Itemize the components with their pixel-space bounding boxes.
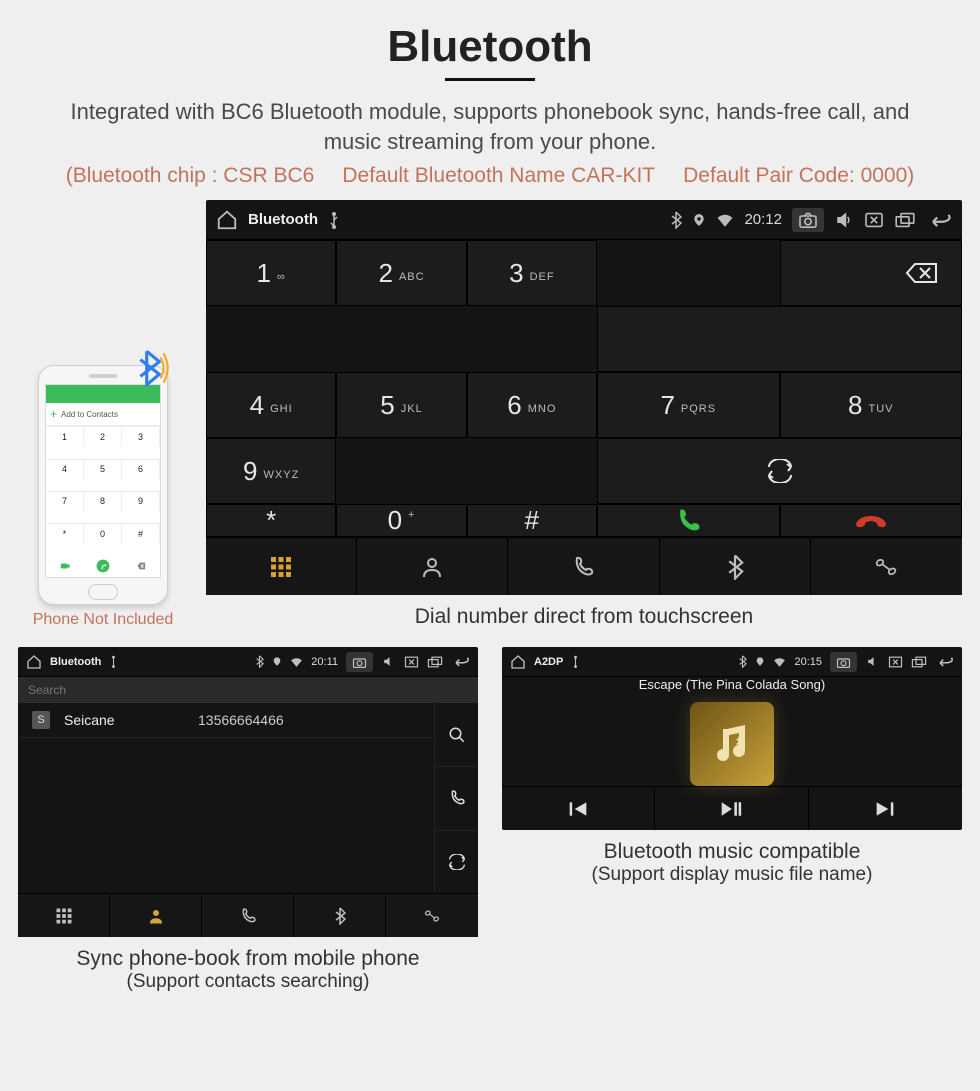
dialer-caption: Dial number direct from touchscreen <box>206 605 962 629</box>
nav-settings[interactable] <box>386 894 478 937</box>
key-7[interactable]: 7PQRS <box>597 372 779 438</box>
bluetooth-status-icon <box>670 211 682 229</box>
key-4[interactable]: 4GHI <box>206 372 336 438</box>
bluetooth-status-icon <box>738 655 747 668</box>
nav-call-log[interactable] <box>202 894 294 937</box>
hangup-button[interactable] <box>780 504 962 537</box>
nav-contacts[interactable] <box>357 538 508 595</box>
phonebook-caption: Sync phone-book from mobile phone (Suppo… <box>18 947 478 993</box>
key-1[interactable]: 1∞ <box>206 240 336 306</box>
key-9[interactable]: 9WXYZ <box>206 438 336 504</box>
spec-pair-code: Default Pair Code: 0000) <box>683 164 914 188</box>
play-pause-button[interactable] <box>655 787 808 830</box>
back-icon[interactable] <box>926 211 952 229</box>
backspace-key[interactable] <box>780 240 962 306</box>
pb-status-bar: Bluetooth 20:11 <box>18 647 478 677</box>
contact-name: Seicane <box>64 712 184 728</box>
status-title: Bluetooth <box>248 211 318 228</box>
nav-call-log[interactable] <box>508 538 659 595</box>
wifi-icon <box>290 657 303 667</box>
swap-audio-key[interactable] <box>597 438 962 504</box>
usb-icon <box>328 211 340 229</box>
home-icon[interactable] <box>510 654 526 670</box>
gps-icon <box>272 655 282 668</box>
status-bar: Bluetooth 20:12 <box>206 200 962 240</box>
gps-icon <box>755 655 765 668</box>
usb-icon <box>571 655 580 668</box>
dialer-panel: Bluetooth 20:12 1∞ 2ABC 3DEF 4GHI 5JK <box>206 200 962 595</box>
spec-chip: (Bluetooth chip : CSR BC6 <box>66 164 315 188</box>
title-underline <box>445 78 535 81</box>
song-title: Escape (The Pina Colada Song) <box>639 677 825 692</box>
usb-icon <box>109 655 118 668</box>
key-star[interactable]: * <box>206 504 336 537</box>
prev-track-button[interactable] <box>502 787 655 830</box>
a2dp-status-bar: A2DP 20:15 <box>502 647 962 677</box>
dialpad: 1∞ 2ABC 3DEF 4GHI 5JKL 6MNO 7PQRS 8TUV 9… <box>206 240 962 537</box>
bluetooth-signal-icon <box>132 347 174 389</box>
number-display <box>597 306 962 372</box>
recent-apps-icon[interactable] <box>894 212 916 228</box>
page-title: Bluetooth <box>18 22 962 72</box>
add-contacts-label: Add to Contacts <box>61 410 118 419</box>
screenshot-icon[interactable] <box>346 652 373 672</box>
next-track-button[interactable] <box>809 787 962 830</box>
key-0[interactable]: 0+ <box>336 504 466 537</box>
back-icon[interactable] <box>451 655 470 668</box>
key-2[interactable]: 2ABC <box>336 240 466 306</box>
key-hash[interactable]: # <box>467 504 597 537</box>
key-3[interactable]: 3DEF <box>467 240 597 306</box>
page-subtitle: Integrated with BC6 Bluetooth module, su… <box>50 97 930 156</box>
close-task-icon[interactable] <box>404 656 419 668</box>
close-task-icon[interactable] <box>864 212 884 228</box>
search-row <box>18 677 478 703</box>
screenshot-icon[interactable] <box>792 208 824 232</box>
bottom-nav <box>206 537 962 595</box>
album-art <box>690 702 774 786</box>
a2dp-panel: A2DP 20:15 Escape (The Pina Colada Song) <box>502 647 962 830</box>
nav-dialpad[interactable] <box>18 894 110 937</box>
search-input[interactable] <box>28 683 468 697</box>
recent-apps-icon[interactable] <box>427 656 443 668</box>
contact-number: 13566664466 <box>198 712 284 728</box>
key-5[interactable]: 5JKL <box>336 372 466 438</box>
nav-pair[interactable] <box>294 894 386 937</box>
spec-default-name: Default Bluetooth Name CAR-KIT <box>342 164 655 188</box>
key-6[interactable]: 6MNO <box>467 372 597 438</box>
bluetooth-status-icon <box>255 655 264 668</box>
home-icon[interactable] <box>26 654 42 670</box>
key-8[interactable]: 8TUV <box>780 372 962 438</box>
volume-icon[interactable] <box>834 211 854 229</box>
wifi-icon <box>773 657 786 667</box>
nav-dialpad[interactable] <box>206 538 357 595</box>
nav-settings[interactable] <box>811 538 962 595</box>
pb-search-icon[interactable] <box>435 703 478 767</box>
phonebook-panel: Bluetooth 20:11 S Sei <box>18 647 478 937</box>
pb-sync-icon[interactable] <box>435 831 478 894</box>
call-button[interactable] <box>597 504 779 537</box>
phone-mock: +Add to Contacts 123 456 789 *0# <box>28 365 178 605</box>
a2dp-caption: Bluetooth music compatible (Support disp… <box>502 840 962 886</box>
nav-pair[interactable] <box>660 538 811 595</box>
contact-initial: S <box>32 711 50 729</box>
back-icon[interactable] <box>935 655 954 668</box>
close-task-icon[interactable] <box>888 656 903 668</box>
gps-icon <box>692 211 706 229</box>
wifi-icon <box>716 213 734 227</box>
contact-row[interactable]: S Seicane 13566664466 <box>18 703 434 738</box>
home-icon[interactable] <box>216 209 238 231</box>
media-controls <box>502 786 962 830</box>
spec-line: (Bluetooth chip : CSR BC6 Default Blueto… <box>18 164 962 188</box>
volume-icon[interactable] <box>381 655 396 668</box>
phone-not-included: Phone Not Included <box>18 611 188 629</box>
screenshot-icon[interactable] <box>830 652 857 672</box>
nav-contacts[interactable] <box>110 894 202 937</box>
pb-side-actions <box>434 703 478 893</box>
volume-icon[interactable] <box>865 655 880 668</box>
recent-apps-icon[interactable] <box>911 656 927 668</box>
pb-call-icon[interactable] <box>435 767 478 831</box>
status-time: 20:12 <box>744 211 782 228</box>
